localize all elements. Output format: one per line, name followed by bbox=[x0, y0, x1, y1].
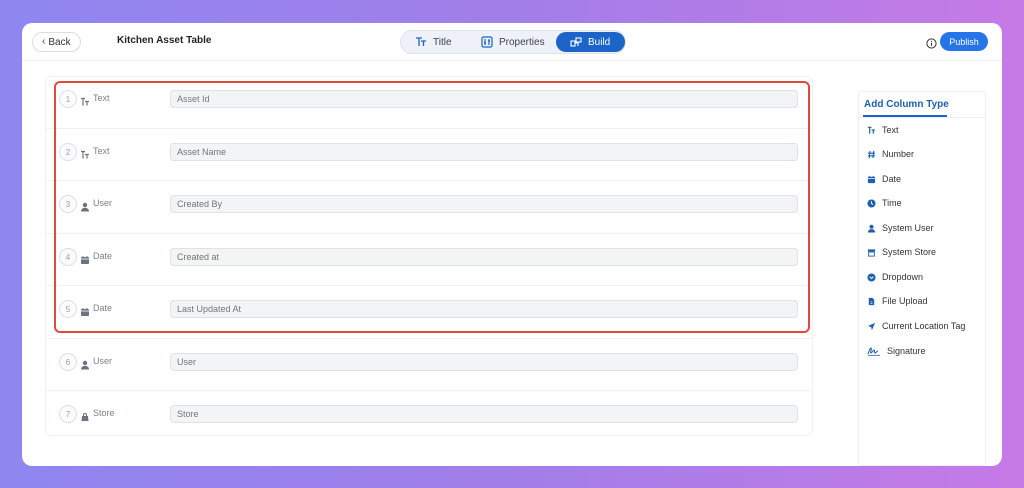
column-row: 4 Date bbox=[45, 233, 813, 279]
column-type-label: Number bbox=[882, 149, 915, 159]
column-type-label: Time bbox=[882, 198, 902, 208]
text-format-icon bbox=[415, 36, 427, 48]
column-type-file-upload[interactable]: File Upload bbox=[867, 294, 928, 308]
text-type-icon bbox=[80, 147, 90, 159]
column-name-input[interactable] bbox=[170, 405, 798, 423]
column-type-label: User bbox=[93, 198, 113, 208]
builder-panel: ‹ Back Kitchen Asset Table Title Propert… bbox=[22, 23, 1002, 466]
column-type-label: System User bbox=[882, 223, 934, 233]
column-name-input[interactable] bbox=[170, 353, 798, 371]
column-type-label: Text bbox=[93, 146, 110, 156]
info-icon[interactable] bbox=[926, 36, 937, 49]
column-type-label: Signature bbox=[887, 346, 926, 356]
clock-icon bbox=[867, 198, 876, 208]
row-number: 7 bbox=[59, 405, 77, 423]
row-number: 3 bbox=[59, 195, 77, 213]
user-icon bbox=[80, 199, 90, 212]
calendar-icon bbox=[80, 304, 90, 316]
column-type-label: Date bbox=[93, 251, 113, 261]
back-label: Back bbox=[48, 36, 71, 48]
sidebar-divider bbox=[859, 117, 985, 118]
tab-title-label: Title bbox=[433, 36, 452, 48]
row-number: 6 bbox=[59, 353, 77, 371]
hash-icon bbox=[867, 150, 876, 159]
column-type-sidebar: Add Column Type Text Number Date Time Sy… bbox=[858, 91, 986, 466]
column-name-input[interactable] bbox=[170, 300, 798, 318]
column-type-current-location-tag[interactable]: Current Location Tag bbox=[867, 319, 965, 333]
column-row: 6 User bbox=[45, 338, 813, 384]
column-type-signature[interactable]: Signature bbox=[867, 344, 926, 358]
column-type-label: Current Location Tag bbox=[882, 321, 966, 331]
column-type-text[interactable]: Text bbox=[867, 123, 899, 137]
column-type-number[interactable]: Number bbox=[867, 147, 914, 161]
column-type-label: User bbox=[93, 356, 113, 366]
text-type-icon bbox=[80, 94, 90, 106]
row-number: 4 bbox=[59, 248, 77, 266]
store-icon bbox=[867, 248, 876, 257]
row-number: 5 bbox=[59, 300, 77, 318]
publish-button[interactable]: Publish bbox=[940, 32, 988, 51]
column-type-system-store[interactable]: System Store bbox=[867, 245, 936, 259]
column-type-label: Text bbox=[882, 125, 899, 135]
column-type-label: Date bbox=[93, 303, 113, 313]
column-row: 5 Date bbox=[45, 285, 813, 331]
user-icon bbox=[80, 357, 90, 370]
location-arrow-icon bbox=[867, 322, 876, 331]
column-row: 3 User bbox=[45, 180, 813, 226]
tab-properties[interactable]: Properties bbox=[481, 32, 545, 52]
tab-properties-label: Properties bbox=[499, 36, 545, 48]
build-icon bbox=[570, 36, 582, 48]
tab-build[interactable]: Build bbox=[556, 32, 625, 52]
column-type-system-user[interactable]: System User bbox=[867, 221, 934, 235]
column-type-label: File Upload bbox=[882, 296, 928, 306]
chevron-left-icon: ‹ bbox=[42, 36, 46, 47]
dropdown-icon bbox=[867, 272, 876, 282]
column-row: 2 Text bbox=[45, 128, 813, 174]
column-type-label: Date bbox=[882, 174, 902, 184]
text-type-icon bbox=[867, 126, 876, 135]
column-type-label: Dropdown bbox=[882, 272, 924, 282]
column-row: 7 Store bbox=[45, 390, 813, 436]
column-name-input[interactable] bbox=[170, 90, 798, 108]
file-icon bbox=[867, 297, 876, 306]
properties-icon bbox=[481, 36, 493, 48]
column-row: 1 Text bbox=[45, 76, 813, 122]
column-name-input[interactable] bbox=[170, 143, 798, 161]
column-type-dropdown[interactable]: Dropdown bbox=[867, 270, 923, 284]
tab-switcher: Title Properties Build bbox=[400, 30, 626, 54]
column-type-date[interactable]: Date bbox=[867, 172, 901, 186]
column-type-label: System Store bbox=[882, 247, 937, 257]
calendar-icon bbox=[80, 252, 90, 264]
store-icon bbox=[80, 409, 90, 421]
header-bar: ‹ Back Kitchen Asset Table Title Propert… bbox=[22, 23, 1002, 61]
back-button[interactable]: ‹ Back bbox=[32, 32, 81, 52]
column-type-label: Text bbox=[93, 93, 110, 103]
column-type-time[interactable]: Time bbox=[867, 196, 902, 210]
sidebar-title: Add Column Type bbox=[864, 99, 949, 110]
page-title: Kitchen Asset Table bbox=[117, 35, 212, 46]
tab-title[interactable]: Title bbox=[415, 32, 452, 52]
tab-build-label: Build bbox=[588, 36, 611, 48]
signature-icon bbox=[867, 347, 881, 356]
user-icon bbox=[867, 224, 876, 233]
row-number: 2 bbox=[59, 143, 77, 161]
column-name-input[interactable] bbox=[170, 195, 798, 213]
calendar-icon bbox=[867, 175, 876, 184]
column-type-label: Store bbox=[93, 408, 115, 418]
column-name-input[interactable] bbox=[170, 248, 798, 266]
row-number: 1 bbox=[59, 90, 77, 108]
